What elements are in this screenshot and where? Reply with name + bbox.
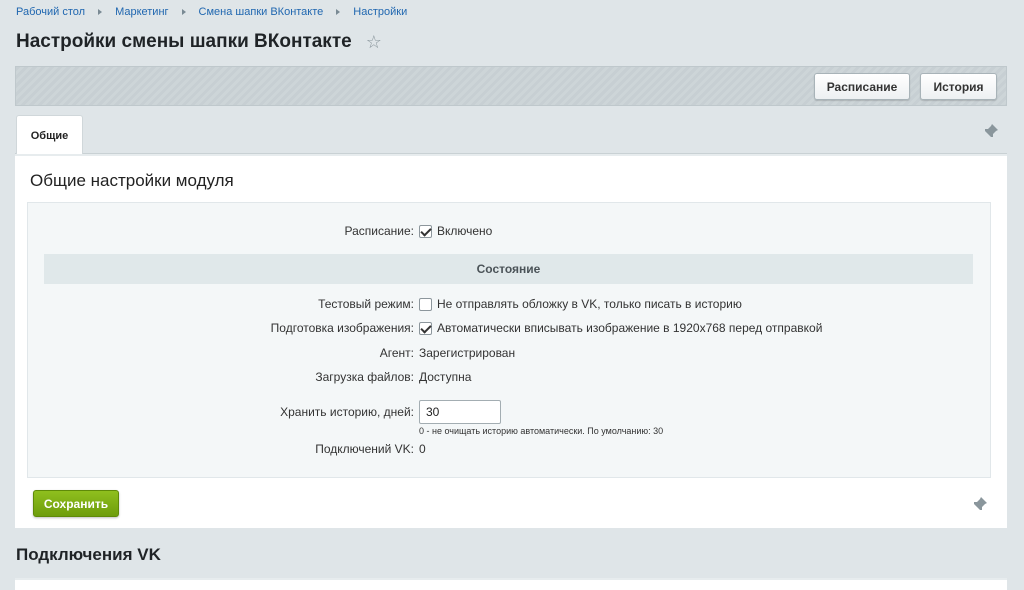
schedule-row: Расписание: Включено <box>28 223 992 239</box>
settings-box: Расписание: Включено Состояние Тестовый … <box>27 202 991 478</box>
image-prep-row: Подготовка изображения: Автоматически вп… <box>28 320 992 336</box>
history-days-label: Хранить историю, дней: <box>280 405 414 419</box>
agent-row: Агент: Зарегистрирован <box>28 345 992 361</box>
agent-label: Агент: <box>379 346 414 360</box>
toolbar: Расписание История <box>15 66 1007 106</box>
schedule-value: Включено <box>419 224 492 238</box>
breadcrumb-item-desktop[interactable]: Рабочий стол <box>16 6 85 18</box>
image-prep-value: Автоматически вписывать изображение в 19… <box>419 321 822 335</box>
history-days-row: Хранить историю, дней: <box>28 400 992 424</box>
test-mode-label: Тестовый режим: <box>318 297 414 311</box>
agent-value: Зарегистрирован <box>419 346 516 360</box>
schedule-checkbox[interactable] <box>419 224 432 238</box>
test-mode-checkbox-label: Не отправлять обложку в VK, только писат… <box>437 297 742 311</box>
state-section-header: Состояние <box>44 254 973 284</box>
file-upload-label: Загрузка файлов: <box>315 370 414 384</box>
save-button[interactable]: Сохранить <box>33 490 119 517</box>
breadcrumb-item-settings[interactable]: Настройки <box>353 6 407 18</box>
breadcrumb-item-vk-header[interactable]: Смена шапки ВКонтакте <box>199 6 324 18</box>
vk-connections-value: 0 <box>419 442 426 456</box>
vk-connections-label: Подключений VK: <box>315 442 414 456</box>
test-mode-value: Не отправлять обложку в VK, только писат… <box>419 297 742 311</box>
pin-icon[interactable] <box>972 496 988 512</box>
history-button[interactable]: История <box>920 73 997 100</box>
breadcrumb-item-marketing[interactable]: Маркетинг <box>115 6 168 18</box>
breadcrumb-chevron-icon <box>98 9 103 15</box>
test-mode-row: Тестовый режим: Не отправлять обложку в … <box>28 296 992 312</box>
history-days-input[interactable] <box>419 400 501 424</box>
connections-heading: Подключения VK <box>16 545 161 564</box>
breadcrumb-chevron-icon <box>181 9 186 15</box>
vk-connections-row: Подключений VK: 0 <box>28 441 992 457</box>
tab-general[interactable]: Общие <box>16 115 83 155</box>
main-panel: Общие настройки модуля Расписание: Включ… <box>15 154 1007 528</box>
section-title: Общие настройки модуля <box>30 171 234 190</box>
schedule-label: Расписание: <box>344 224 415 238</box>
page-title: Настройки смены шапки ВКонтакте <box>16 31 352 52</box>
connections-panel <box>15 578 1007 590</box>
image-prep-checkbox[interactable] <box>419 321 432 335</box>
test-mode-checkbox[interactable] <box>419 297 432 311</box>
tabs-bar: Общие <box>15 114 1007 155</box>
file-upload-value: Доступна <box>419 370 472 384</box>
breadcrumb: Рабочий стол Маркетинг Смена шапки ВКонт… <box>16 5 407 19</box>
image-prep-checkbox-label: Автоматически вписывать изображение в 19… <box>437 321 823 335</box>
breadcrumb-chevron-icon <box>336 9 341 15</box>
image-prep-label: Подготовка изображения: <box>270 321 414 335</box>
history-days-hint: 0 - не очищать историю автоматически. По… <box>419 426 664 436</box>
schedule-button[interactable]: Расписание <box>814 73 910 100</box>
star-icon[interactable]: ☆ <box>366 32 382 53</box>
page-title-wrap: Настройки смены шапки ВКонтакте ☆ <box>16 31 382 53</box>
file-upload-row: Загрузка файлов: Доступна <box>28 369 992 385</box>
pin-icon[interactable] <box>983 123 999 139</box>
schedule-checkbox-label: Включено <box>437 224 493 238</box>
